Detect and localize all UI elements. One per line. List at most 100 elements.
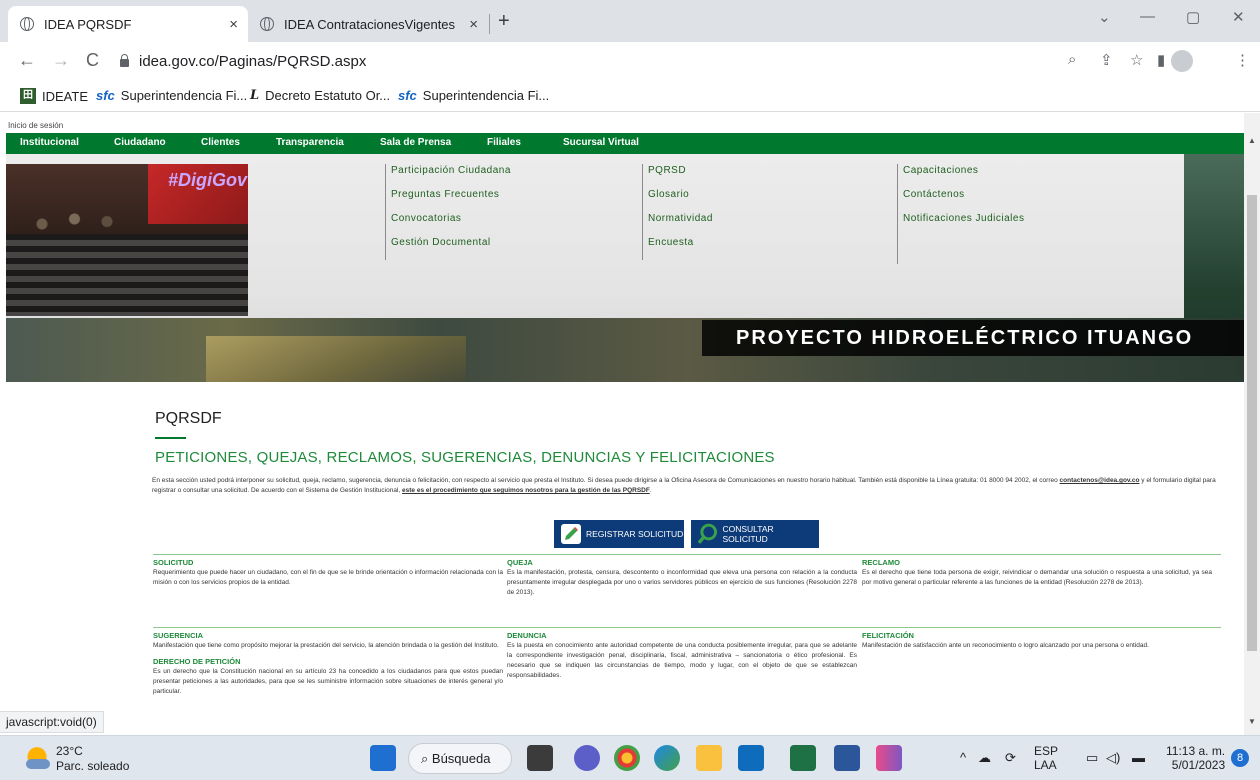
windows-start-icon[interactable] [370, 745, 396, 771]
nav-item-transparencia[interactable]: Transparencia [276, 137, 344, 148]
forward-button[interactable]: → [52, 50, 70, 71]
intro-text: En esta sección usted podrá interponer s… [152, 477, 1060, 484]
scroll-up-arrow-icon[interactable]: ▲ [1248, 136, 1256, 145]
definition-text: Es la puesta en conocimiento ante autori… [507, 642, 857, 679]
zoom-icon[interactable]: ⌕ [1068, 51, 1076, 68]
bookmark-label: IDEATE [42, 88, 88, 104]
back-button[interactable]: ← [18, 50, 36, 71]
link-capacitaciones[interactable]: Capacitaciones [903, 164, 1024, 188]
weather-temperature[interactable]: 23°C [56, 744, 83, 758]
nav-item-sucursal-virtual[interactable]: Sucursal Virtual [563, 137, 639, 148]
address-bar[interactable]: idea.gov.co/Paginas/PQRSD.aspx [116, 47, 1256, 75]
system-clock[interactable]: 11:13 a. m. 5/01/2023 [1166, 744, 1225, 772]
chrome-icon[interactable] [614, 745, 640, 771]
link-gestion-documental[interactable]: Gestión Documental [391, 236, 511, 260]
link-encuesta[interactable]: Encuesta [648, 236, 713, 260]
close-window-button[interactable]: ✕ [1232, 8, 1245, 26]
menu-icon[interactable]: ⋮ [1235, 51, 1250, 69]
definition-text: Es la manifestación, protesta, censura, … [507, 569, 857, 596]
chevron-up-icon[interactable]: ^ [960, 750, 966, 765]
minimize-button[interactable]: — [1140, 8, 1155, 25]
new-tab-button[interactable]: + [498, 10, 510, 33]
nav-item-clientes[interactable]: Clientes [201, 137, 240, 148]
url-text[interactable]: idea.gov.co/Paginas/PQRSD.aspx [139, 53, 366, 70]
nav-item-ciudadano[interactable]: Ciudadano [114, 137, 166, 148]
bookmark-decreto[interactable]: L Decreto Estatuto Or... [250, 88, 390, 103]
link-convocatorias[interactable]: Convocatorias [391, 212, 511, 236]
hero-section: #DigiGov Participación Ciudadana Pregunt… [6, 154, 1244, 382]
scrollbar-thumb[interactable] [1247, 195, 1257, 651]
notification-badge[interactable]: 8 [1231, 749, 1249, 767]
profile-avatar[interactable] [1171, 50, 1193, 72]
battery-icon[interactable]: ▬ [1132, 750, 1145, 765]
excel-icon[interactable] [790, 745, 816, 771]
keyboard-layout: LAA [1034, 758, 1057, 772]
file-explorer-icon[interactable] [696, 745, 722, 771]
chat-icon[interactable] [574, 745, 600, 771]
bookmark-ideate[interactable]: 田 IDEATE [20, 88, 88, 104]
reload-button[interactable]: C [86, 50, 99, 71]
bookmark-superintendencia-2[interactable]: sfc Superintendencia Fi... [398, 88, 549, 103]
event-screen-text: #DigiGov [168, 170, 248, 190]
tab-idea-pqrsdf[interactable]: IDEA PQRSDF × [8, 6, 248, 42]
language-code: ESP [1034, 744, 1059, 758]
scroll-down-arrow-icon[interactable]: ▼ [1248, 717, 1256, 726]
definition-queja: QUEJA Es la manifestación, protesta, cen… [507, 558, 857, 598]
definition-text: Es un derecho que la Constitución nacion… [153, 668, 503, 695]
bookmark-superintendencia-1[interactable]: sfc Superintendencia Fi... [96, 88, 247, 103]
definition-solicitud: SOLICITUD Requerimiento que puede hacer … [153, 558, 503, 588]
weather-condition[interactable]: Parc. soleado [56, 759, 129, 773]
page-scrollbar[interactable]: ▲ ▼ [1244, 113, 1260, 735]
link-glosario[interactable]: Glosario [648, 188, 713, 212]
search-icon: ⌕ [421, 751, 432, 766]
input-language[interactable]: ESP LAA [1034, 744, 1058, 772]
definition-title: SUGERENCIA [153, 631, 204, 640]
nav-item-filiales[interactable]: Filiales [487, 137, 521, 148]
link-status-bubble: javascript:void(0) [0, 711, 104, 733]
lock-icon[interactable] [120, 54, 129, 67]
nav-item-institucional[interactable]: Institucional [20, 137, 79, 148]
close-tab-icon[interactable]: × [229, 16, 238, 33]
link-preguntas-frecuentes[interactable]: Preguntas Frecuentes [391, 188, 511, 212]
link-contactenos[interactable]: Contáctenos [903, 188, 1024, 212]
procedure-link[interactable]: este es el procedimiento que seguimos no… [402, 487, 650, 494]
consult-request-button[interactable]: CONSULTAR SOLICITUD [691, 520, 819, 548]
tab-search-icon[interactable]: ⌄ [1098, 8, 1111, 26]
tab-idea-contrataciones[interactable]: IDEA ContratacionesVigentes × [248, 6, 488, 42]
taskbar-search[interactable]: ⌕ Búsqueda [408, 743, 512, 774]
outlook-icon[interactable] [738, 745, 764, 771]
onedrive-icon[interactable]: ☁ [978, 750, 991, 766]
clock-date: 5/01/2023 [1171, 758, 1226, 772]
login-link[interactable]: Inicio de sesión [8, 121, 63, 130]
definitions-row-1: SOLICITUD Requerimiento que puede hacer … [153, 554, 1221, 624]
close-tab-icon[interactable]: × [469, 16, 478, 33]
title-underline [155, 437, 186, 439]
weather-icon[interactable] [24, 745, 50, 771]
side-panel-icon[interactable]: ▮ [1157, 51, 1165, 69]
nav-item-sala-de-prensa[interactable]: Sala de Prensa [380, 137, 451, 148]
volume-icon[interactable]: ◁) [1106, 750, 1120, 766]
task-view-icon[interactable] [527, 745, 553, 771]
restore-button[interactable]: ▢ [1186, 8, 1200, 26]
search-label: Búsqueda [431, 751, 491, 766]
network-icon[interactable]: ⟳ [1005, 750, 1016, 766]
share-icon[interactable]: ⇪ [1100, 51, 1113, 69]
register-request-button[interactable]: REGISTRAR SOLICITUD [554, 520, 684, 548]
edge-icon[interactable] [654, 745, 680, 771]
bookmark-star-icon[interactable]: ☆ [1130, 51, 1143, 69]
banner-title: PROYECTO HIDROELÉCTRICO ITUANGO [736, 327, 1194, 349]
snipping-tool-icon[interactable] [876, 745, 902, 771]
bookmark-label: Superintendencia Fi... [422, 88, 550, 103]
link-normatividad[interactable]: Normatividad [648, 212, 713, 236]
intro-end: . [649, 487, 652, 494]
definition-reclamo: RECLAMO Es el derecho que tiene toda per… [862, 558, 1212, 588]
word-icon[interactable] [834, 745, 860, 771]
link-pqrsd[interactable]: PQRSD [648, 164, 713, 188]
link-notificaciones-judiciales[interactable]: Notificaciones Judiciales [903, 212, 1024, 236]
intro-paragraph: En esta sección usted podrá interponer s… [152, 476, 1224, 496]
link-participacion-ciudadana[interactable]: Participación Ciudadana [391, 164, 511, 188]
contact-email-link[interactable]: contactenos@idea.gov.co [1060, 477, 1140, 484]
definition-title: RECLAMO [862, 558, 900, 567]
display-icon[interactable]: ▭ [1086, 750, 1098, 766]
banner-label: PROYECTO HIDROELÉCTRICO ITUANGO [702, 320, 1244, 356]
